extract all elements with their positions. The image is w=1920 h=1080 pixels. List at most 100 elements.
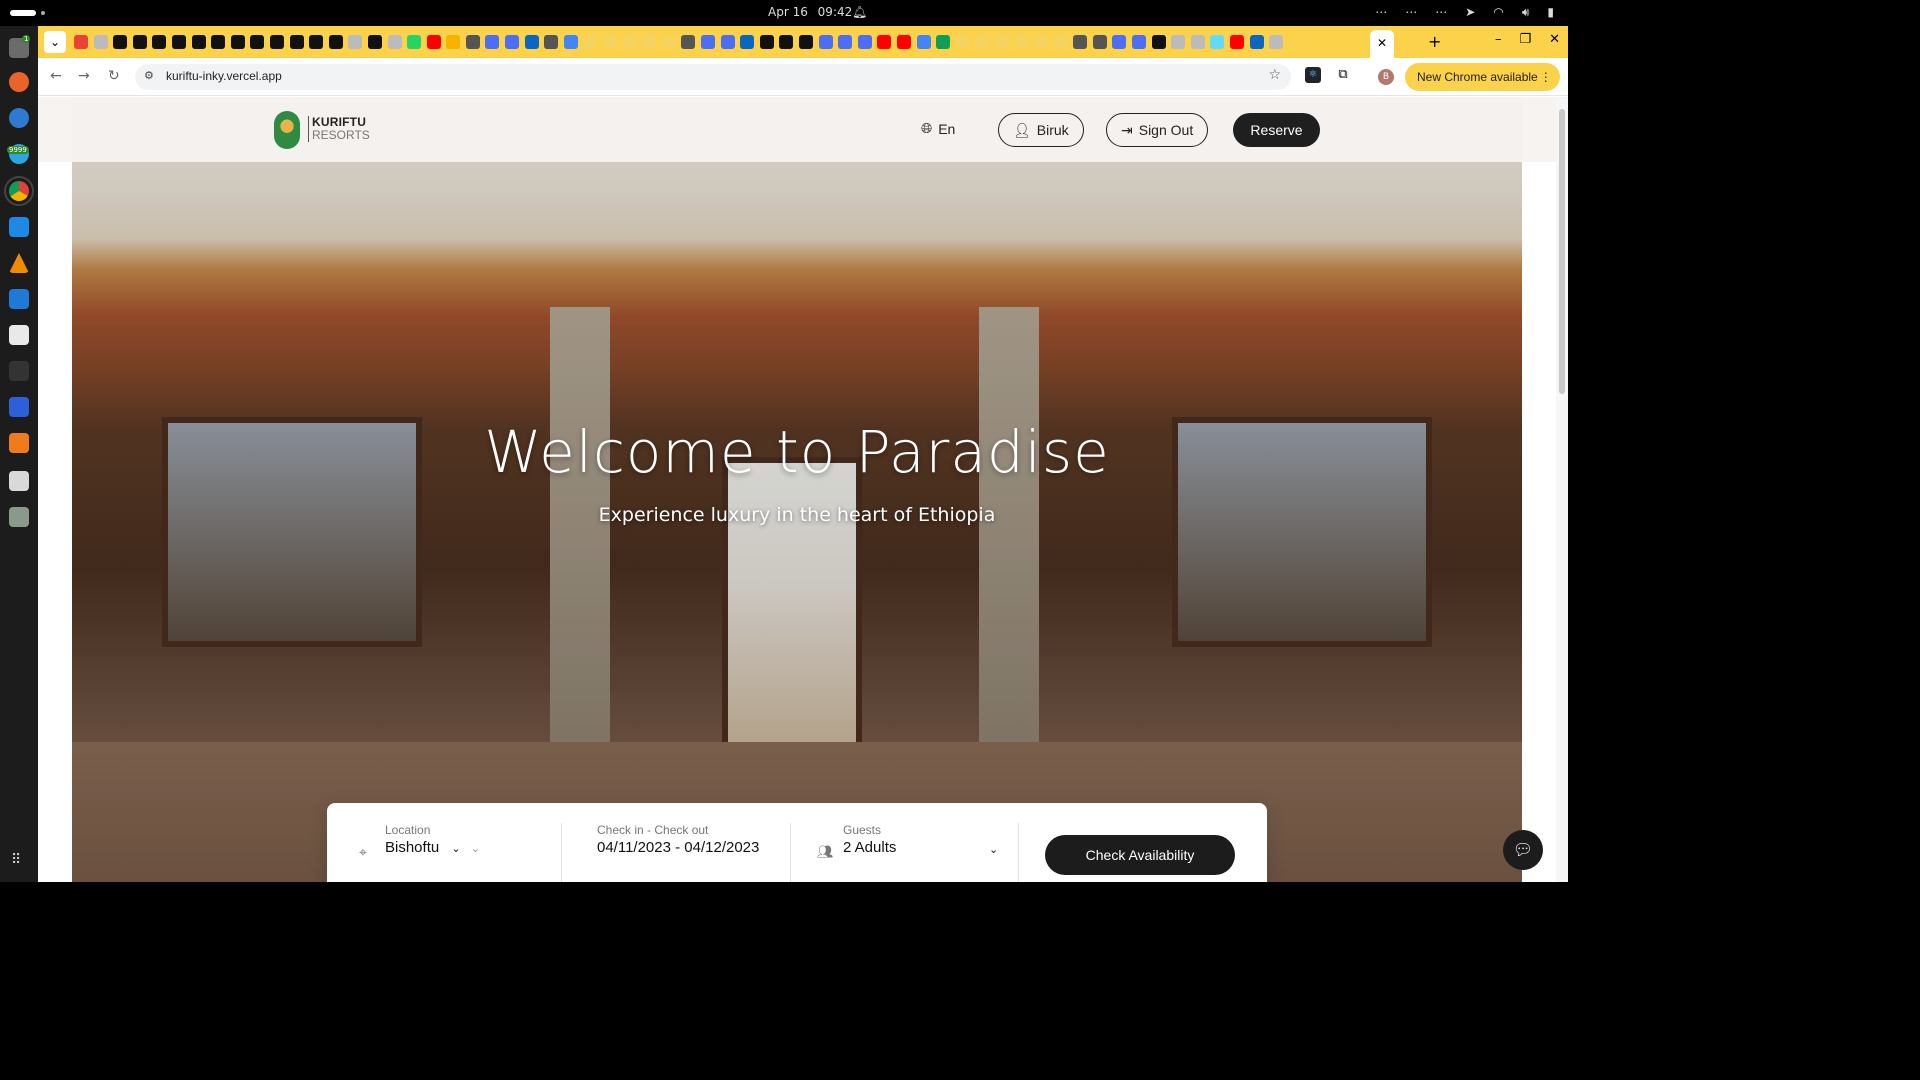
kuriftu-logo-icon[interactable] [274,111,300,149]
pinned-tab-favicon[interactable] [465,35,480,49]
pinned-tab-favicon[interactable] [720,35,735,49]
guests-value[interactable]: 2 Adults ⌄ [843,839,998,856]
pinned-tab-favicon[interactable] [113,35,128,49]
dates-value[interactable]: 04/11/2023 - 04/12/2023 [597,839,787,856]
pinned-tab-favicon[interactable] [93,35,108,49]
extension-react-icon[interactable]: ⚛ [1305,67,1321,83]
pinned-tab-favicon[interactable] [74,35,88,49]
pinned-tab-favicon[interactable] [426,35,441,49]
new-chrome-available-button[interactable]: New Chrome available ⋮ [1405,63,1560,91]
pinned-tab-favicon[interactable] [230,35,245,49]
more-icon[interactable]: ⋯ [1435,5,1447,20]
profile-avatar[interactable]: B [1378,69,1394,85]
pinned-tab-favicon[interactable] [1249,35,1264,49]
pinned-tab-favicon[interactable] [269,35,284,49]
scrollbar-thumb[interactable] [1559,109,1565,394]
pinned-tab-favicon[interactable] [1053,35,1068,49]
pinned-tab-favicon[interactable] [171,35,186,49]
notification-bell-icon[interactable]: 🔔︎ [852,5,867,19]
bookmark-star-icon[interactable]: ☆ [1268,67,1281,83]
pinned-tab-favicon[interactable] [798,35,813,49]
battery-icon[interactable]: ▮ [1547,5,1554,20]
vscode-app-icon[interactable] [9,289,29,309]
pinned-tab-favicon[interactable] [1112,35,1127,49]
tab-active[interactable]: ✕ [1370,30,1394,58]
pinned-tab-favicon[interactable] [838,35,853,49]
pinned-tab-favicon[interactable] [132,35,147,49]
more-icon[interactable]: ⋯ [1405,5,1417,20]
pinned-tab-favicon[interactable] [1132,35,1147,49]
pinned-tab-favicon[interactable] [446,35,461,49]
pinned-tab-favicon[interactable] [1034,35,1049,49]
restore-icon[interactable]: ❐ [1519,32,1531,47]
pinned-tab-favicon[interactable] [250,35,265,49]
pinned-tab-favicon[interactable] [701,35,715,49]
pinned-tab-favicon[interactable] [309,35,324,49]
user-profile-button[interactable]: 👤︎ Biruk [998,113,1084,147]
location-field[interactable]: Location Bishoftu ⌄ ⌄ [385,823,555,882]
terminal-app-icon[interactable] [9,361,29,381]
pinned-tab-favicon[interactable] [191,35,206,49]
pinned-tab-favicon[interactable] [916,35,931,49]
language-selector[interactable]: 🌐︎ En [921,120,955,137]
chrome-menu-icon[interactable]: ⋮ [1540,63,1552,91]
close-window-icon[interactable]: ✕ [1549,32,1560,47]
activities-indicator[interactable] [10,10,36,16]
libreoffice-app-icon[interactable] [9,325,29,345]
pinned-tab-favicon[interactable] [1151,35,1166,49]
dates-field[interactable]: Check in - Check out 04/11/2023 - 04/12/… [597,823,787,882]
guests-field[interactable]: Guests 2 Adults ⌄ [843,823,998,882]
pinned-tab-favicon[interactable] [348,35,363,49]
chat-icon[interactable]: 💬︎ [1503,830,1543,870]
extensions-puzzle-icon[interactable]: ⧉ [1335,67,1351,83]
pinned-tab-favicon[interactable] [622,35,637,49]
pinned-tab-favicon[interactable] [818,35,833,49]
reload-icon[interactable]: ↻ [108,68,120,84]
pinned-tab-favicon[interactable] [544,35,559,49]
show-apps-grid-icon[interactable]: ⠿ [11,852,21,868]
reserve-button[interactable]: Reserve [1233,113,1320,147]
pinned-tab-favicon[interactable] [563,35,578,49]
volume-icon[interactable]: 🔊︎ [1522,5,1530,20]
pinned-tab-favicon[interactable] [936,35,951,49]
trash-app-icon[interactable] [9,507,29,527]
screenshot-app-icon[interactable] [9,471,29,491]
location-value[interactable]: Bishoftu ⌄ ⌄ [385,839,555,856]
firefox-app-icon[interactable] [9,72,29,92]
pinned-tab-favicon[interactable] [603,35,618,49]
pinned-tab-favicon[interactable] [1171,35,1186,49]
pinned-tab-favicon[interactable] [975,35,990,49]
site-logo[interactable]: KURIFTU RESORTS [308,116,370,142]
pinned-tab-favicon[interactable] [289,35,304,49]
wifi-icon[interactable]: ◠ [1493,5,1503,20]
pinned-tab-favicon[interactable] [779,35,794,49]
address-url[interactable]: kuriftu-inky.vercel.app [166,69,282,83]
pinned-tab-favicon[interactable] [1073,35,1088,49]
pinned-tab-favicon[interactable] [642,35,657,49]
tab-search-chevron-icon[interactable]: ⌄ [44,31,66,53]
pinned-tab-favicon[interactable] [387,35,402,49]
pinned-tab-favicon[interactable] [877,35,892,49]
new-tab-button[interactable]: + [1428,32,1441,51]
site-info-icon[interactable]: ⚙ [144,69,154,82]
pinned-tab-favicon[interactable] [994,35,1009,49]
pinned-tab-favicon[interactable] [955,35,970,49]
pinned-tab-favicon[interactable] [583,35,598,49]
sublime-app-icon[interactable] [9,433,29,453]
sign-out-button[interactable]: ⇥ Sign Out [1106,113,1209,147]
pinned-tab-favicon[interactable] [681,35,696,49]
tab-close-icon[interactable]: ✕ [1377,36,1387,50]
pinned-tab-favicon[interactable] [896,35,911,49]
page-scrollbar[interactable] [1556,97,1568,882]
pinned-tab-favicon[interactable] [524,35,539,49]
check-availability-button[interactable]: Check Availability [1045,835,1235,875]
chrome-app-icon[interactable] [4,176,34,206]
pinned-tab-favicon[interactable] [1190,35,1205,49]
pinned-tab-favicon[interactable] [1014,35,1029,49]
pinned-tab-favicon[interactable] [1269,35,1284,49]
pinned-tab-favicon[interactable] [1092,35,1107,49]
pinned-tab-favicon[interactable] [1210,35,1225,49]
pinned-tab-favicon[interactable] [152,35,167,49]
system-clock[interactable]: Apr 16 09:42 [768,5,852,19]
minimize-icon[interactable]: – [1495,32,1502,47]
